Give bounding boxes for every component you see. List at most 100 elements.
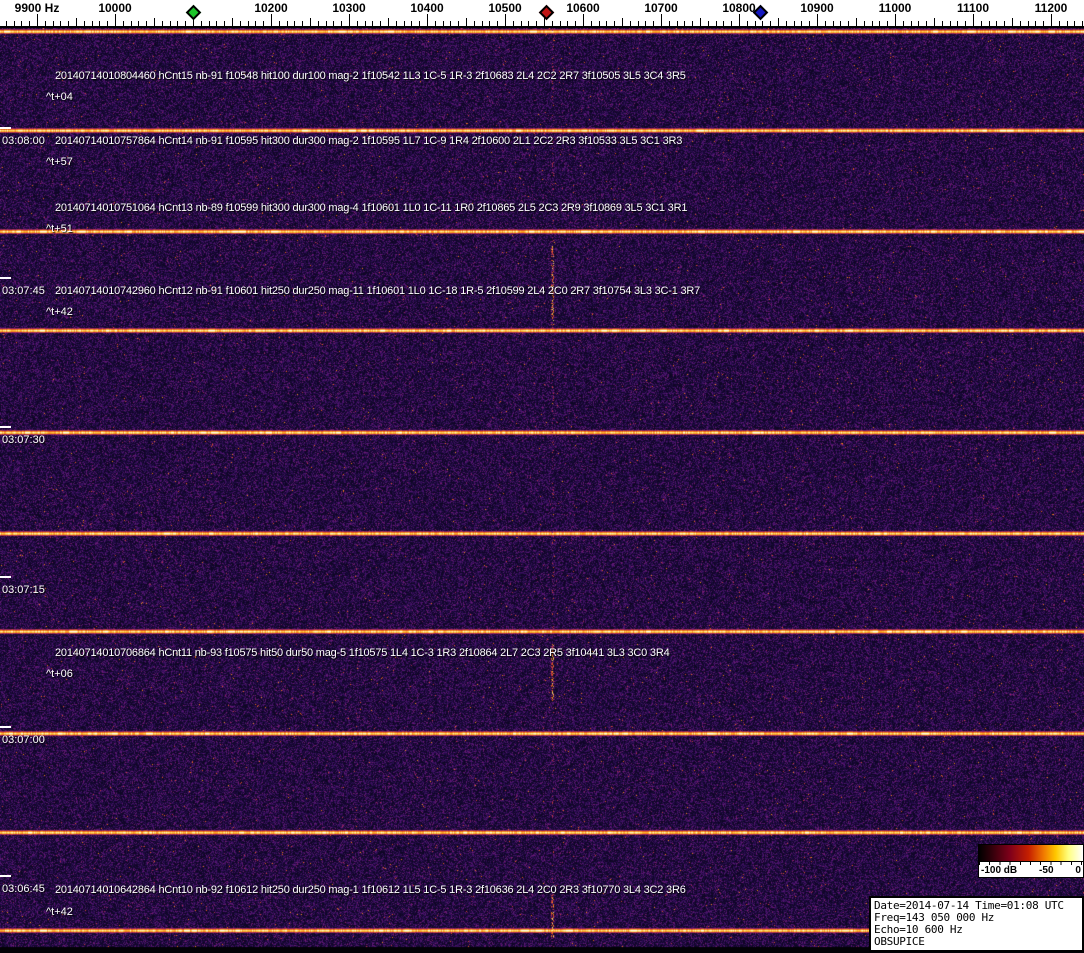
frequency-tick	[45, 21, 46, 26]
frequency-tick	[1043, 21, 1044, 26]
frequency-tick	[996, 21, 997, 26]
frequency-tick	[567, 21, 568, 26]
colorbar-labels: -100 dB -50 0	[979, 865, 1083, 877]
frequency-tick	[1074, 21, 1075, 26]
frequency-tick	[255, 21, 256, 26]
frequency-tick	[934, 18, 935, 26]
frequency-tick	[201, 21, 202, 26]
frequency-tick	[723, 21, 724, 26]
frequency-tick	[53, 21, 54, 26]
frequency-tick	[950, 21, 951, 26]
frequency-tick	[333, 21, 334, 26]
frequency-tick	[318, 21, 319, 26]
frequency-tick	[778, 18, 779, 26]
frequency-tick-label: 10800	[722, 1, 755, 15]
frequency-tick	[895, 14, 896, 26]
frequency-tick	[848, 21, 849, 26]
frequency-tick	[630, 21, 631, 26]
frequency-tick	[131, 21, 132, 26]
meteor-echo-monitor-window: 9900 Hz 10000 10200 10300 10400 10500 10600 107…	[0, 0, 1084, 953]
time-axis-label: 03:06:45	[2, 882, 45, 896]
detection-time-pointer: ^t+42	[46, 905, 73, 919]
frequency-tick	[575, 21, 576, 26]
frequency-tick	[505, 14, 506, 26]
detection-readout: 20140714010751064 hCnt13 nb-89 f10599 hi…	[55, 201, 687, 215]
frequency-tick	[965, 21, 966, 26]
frequency-tick	[669, 21, 670, 26]
frequency-tick	[357, 21, 358, 26]
frequency-tick	[599, 21, 600, 26]
frequency-tick	[279, 21, 280, 26]
frequency-tick	[1020, 21, 1021, 26]
frequency-tick-label: 10000	[98, 1, 131, 15]
frequency-tick	[591, 21, 592, 26]
frequency-tick	[365, 21, 366, 26]
frequency-tick	[833, 21, 834, 26]
frequency-tick	[21, 21, 22, 26]
frequency-tick	[1004, 21, 1005, 26]
frequency-tick	[419, 21, 420, 26]
frequency-tick	[638, 21, 639, 26]
frequency-tick	[606, 21, 607, 26]
frequency-tick	[123, 21, 124, 26]
frequency-ruler: 9900 Hz 10000 10200 10300 10400 10500 10600 107…	[0, 0, 1084, 28]
detection-readout: 20140714010642864 hCnt10 nb-92 f10612 hi…	[55, 883, 686, 897]
frequency-tick	[747, 21, 748, 26]
frequency-tick	[708, 21, 709, 26]
frequency-tick	[92, 21, 93, 26]
frequency-tick	[450, 21, 451, 26]
detection-time-pointer: ^t+57	[46, 155, 73, 169]
frequency-tick	[170, 21, 171, 26]
frequency-tick	[521, 21, 522, 26]
frequency-tick	[154, 18, 155, 26]
frequency-tick-label: 11200	[1035, 1, 1068, 15]
time-axis-tick	[0, 426, 11, 428]
frequency-tick-label: 11000	[879, 1, 912, 15]
info-observatory: OBSUPICE	[874, 936, 1079, 948]
frequency-tick-label: 10700	[644, 1, 677, 15]
time-axis-label: 03:07:30	[2, 433, 45, 447]
frequency-tick	[60, 21, 61, 26]
frequency-tick	[458, 21, 459, 26]
frequency-tick	[583, 14, 584, 26]
frequency-tick	[138, 21, 139, 26]
time-axis-label: 03:07:15	[2, 583, 45, 597]
frequency-tick	[216, 21, 217, 26]
frequency-tick	[224, 21, 225, 26]
observation-info-box: Date=2014-07-14 Time=01:08 UTC Freq=143 …	[869, 896, 1084, 952]
frequency-tick	[645, 21, 646, 26]
frequency-tick	[294, 21, 295, 26]
frequency-tick	[99, 21, 100, 26]
detection-time-pointer: ^t+42	[46, 305, 73, 319]
frequency-tick	[240, 21, 241, 26]
detection-time-pointer: ^t+06	[46, 667, 73, 681]
frequency-tick	[1035, 21, 1036, 26]
frequency-tick	[443, 21, 444, 26]
green-diamond-marker-icon[interactable]	[185, 5, 201, 21]
frequency-tick	[1082, 21, 1083, 26]
frequency-tick	[552, 21, 553, 26]
frequency-tick	[497, 21, 498, 26]
frequency-tick	[770, 21, 771, 26]
time-axis-label: 03:07:00	[2, 733, 45, 747]
detection-readout: 20140714010742960 hCnt12 nb-91 f10601 hi…	[55, 284, 700, 298]
frequency-tick	[981, 21, 982, 26]
red-diamond-marker-icon[interactable]	[539, 5, 555, 21]
frequency-tick	[840, 21, 841, 26]
frequency-tick	[482, 21, 483, 26]
frequency-tick	[411, 21, 412, 26]
frequency-tick	[349, 14, 350, 26]
frequency-tick	[271, 14, 272, 26]
time-axis-tick	[0, 127, 11, 129]
frequency-tick	[864, 21, 865, 26]
frequency-tick	[622, 18, 623, 26]
frequency-tick	[653, 21, 654, 26]
frequency-tick	[185, 21, 186, 26]
frequency-tick	[1051, 14, 1052, 26]
frequency-tick	[528, 21, 529, 26]
frequency-tick	[287, 21, 288, 26]
frequency-tick	[263, 21, 264, 26]
frequency-tick	[755, 21, 756, 26]
frequency-tick	[380, 21, 381, 26]
frequency-tick-label: 9900 Hz	[15, 1, 60, 15]
